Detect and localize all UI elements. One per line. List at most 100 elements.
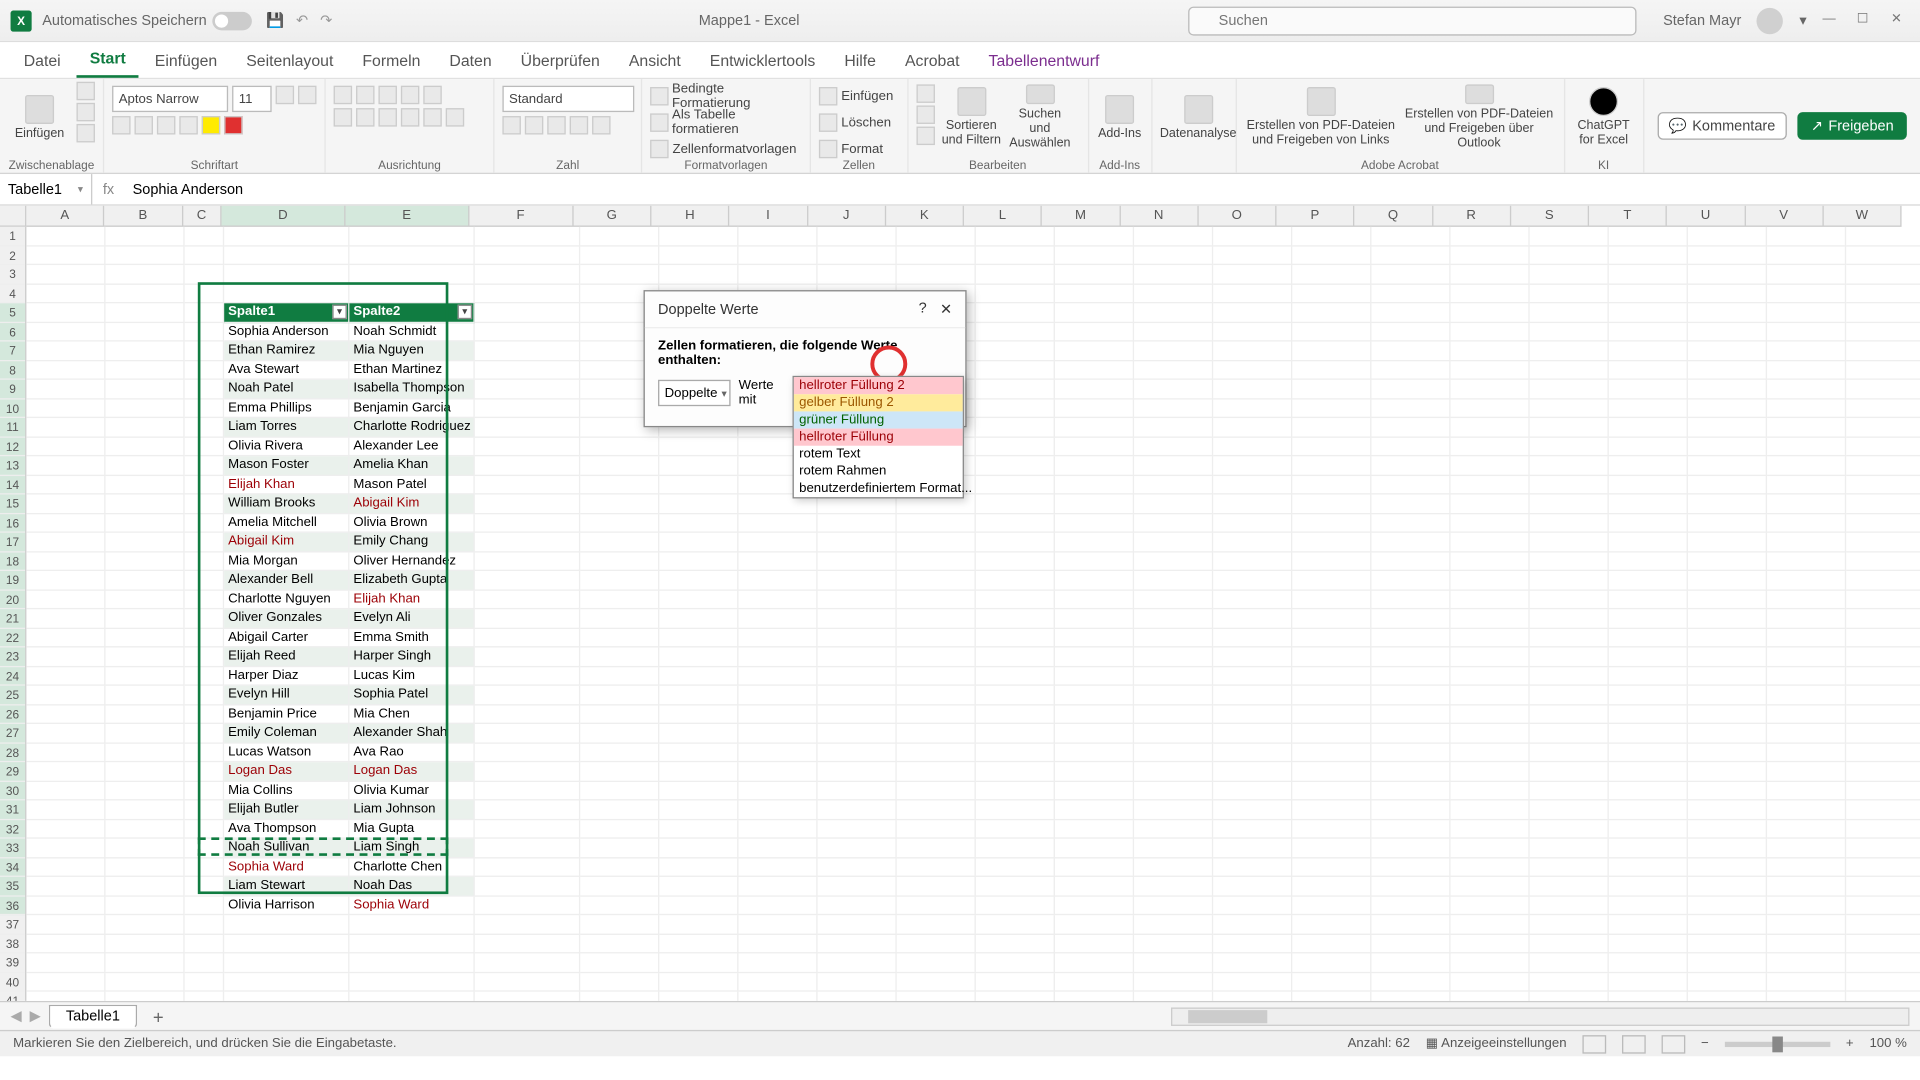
cell[interactable]: Charlotte Rodriguez <box>349 418 474 437</box>
cell[interactable] <box>26 322 105 341</box>
cell[interactable] <box>185 418 225 437</box>
cell[interactable] <box>1213 877 1292 896</box>
cell[interactable] <box>976 858 1055 877</box>
cell[interactable] <box>1292 380 1371 399</box>
format-painter-icon[interactable] <box>76 124 94 142</box>
fill-color-icon[interactable] <box>202 116 220 134</box>
indent-dec-icon[interactable] <box>401 108 419 126</box>
cell[interactable] <box>1530 743 1609 762</box>
cell[interactable] <box>224 265 349 284</box>
row-header[interactable]: 25 <box>0 686 25 705</box>
cell[interactable] <box>1688 571 1767 590</box>
cell[interactable] <box>185 475 225 494</box>
cell[interactable] <box>738 877 817 896</box>
cell[interactable] <box>818 609 897 628</box>
cell[interactable] <box>349 246 474 265</box>
cell[interactable] <box>1767 743 1846 762</box>
col-header[interactable]: J <box>808 206 886 226</box>
cell[interactable] <box>1846 533 1920 552</box>
cell[interactable] <box>1371 800 1450 819</box>
cell[interactable] <box>1767 705 1846 724</box>
cell[interactable]: Ava Stewart <box>224 361 349 380</box>
cell[interactable] <box>580 953 659 972</box>
cell[interactable] <box>1292 628 1371 647</box>
cell[interactable] <box>976 246 1055 265</box>
cell[interactable] <box>1134 322 1213 341</box>
grow-font-icon[interactable] <box>276 86 294 104</box>
cell[interactable] <box>1451 609 1530 628</box>
cell[interactable] <box>1371 934 1450 953</box>
cell[interactable] <box>475 380 580 399</box>
cell[interactable] <box>1451 303 1530 322</box>
cell[interactable] <box>1451 820 1530 839</box>
cell[interactable] <box>1134 418 1213 437</box>
cell[interactable] <box>1371 552 1450 571</box>
cell[interactable] <box>659 877 738 896</box>
row-header[interactable]: 9 <box>0 380 25 399</box>
cell[interactable] <box>1292 399 1371 418</box>
cell[interactable] <box>976 973 1055 992</box>
cell[interactable] <box>897 973 976 992</box>
cell[interactable] <box>1846 380 1920 399</box>
cell[interactable] <box>1055 475 1134 494</box>
cell[interactable] <box>1609 992 1688 1001</box>
cell[interactable] <box>659 858 738 877</box>
cell[interactable] <box>1055 762 1134 781</box>
row-header[interactable]: 8 <box>0 361 25 380</box>
cell[interactable] <box>1451 686 1530 705</box>
cell[interactable] <box>1846 303 1920 322</box>
cell[interactable] <box>475 953 580 972</box>
cell[interactable] <box>26 456 105 475</box>
cell[interactable] <box>185 781 225 800</box>
cell[interactable]: Sophia Ward <box>349 896 474 915</box>
cell[interactable] <box>659 495 738 514</box>
cell[interactable] <box>1213 246 1292 265</box>
cell[interactable] <box>976 533 1055 552</box>
cell[interactable] <box>475 705 580 724</box>
cell[interactable] <box>26 227 105 246</box>
cell[interactable] <box>185 667 225 686</box>
cell[interactable] <box>1688 284 1767 303</box>
cell[interactable] <box>1846 858 1920 877</box>
cell[interactable]: Logan Das <box>224 762 349 781</box>
cell[interactable] <box>580 495 659 514</box>
cell[interactable] <box>26 724 105 743</box>
cell[interactable] <box>1451 418 1530 437</box>
cell[interactable] <box>475 437 580 456</box>
ribbon-tab-formeln[interactable]: Formeln <box>349 44 433 78</box>
insert-cells-button[interactable]: Einfügen <box>819 84 893 108</box>
cell[interactable] <box>897 227 976 246</box>
cell[interactable] <box>1767 399 1846 418</box>
cell[interactable] <box>1371 992 1450 1001</box>
col-header[interactable]: W <box>1823 206 1901 226</box>
cell[interactable] <box>1451 380 1530 399</box>
cell[interactable] <box>1371 647 1450 666</box>
row-header[interactable]: 36 <box>0 896 25 915</box>
format-as-table-button[interactable]: Als Tabelle formatieren <box>650 111 802 135</box>
cell[interactable] <box>976 953 1055 972</box>
cell[interactable] <box>738 514 817 533</box>
cell[interactable] <box>1055 800 1134 819</box>
sheet-nav-prev-icon[interactable]: ◀ <box>11 1007 22 1024</box>
cell[interactable] <box>26 590 105 609</box>
cell[interactable]: Logan Das <box>349 762 474 781</box>
cell[interactable] <box>1451 877 1530 896</box>
cell[interactable] <box>659 743 738 762</box>
name-box[interactable]: Tabelle1▾ <box>0 174 92 204</box>
cell[interactable] <box>185 380 225 399</box>
cell[interactable] <box>1213 973 1292 992</box>
cell[interactable] <box>1055 934 1134 953</box>
cell[interactable] <box>1767 514 1846 533</box>
cell[interactable]: Emma Smith <box>349 628 474 647</box>
cell[interactable] <box>475 839 580 858</box>
cell[interactable] <box>1767 915 1846 934</box>
cell[interactable] <box>26 628 105 647</box>
cell[interactable] <box>185 571 225 590</box>
cell[interactable] <box>475 284 580 303</box>
col-header[interactable]: D <box>222 206 346 226</box>
cell[interactable] <box>1767 495 1846 514</box>
cell[interactable] <box>818 265 897 284</box>
cell[interactable] <box>738 686 817 705</box>
cell[interactable] <box>26 781 105 800</box>
cell[interactable] <box>1530 992 1609 1001</box>
